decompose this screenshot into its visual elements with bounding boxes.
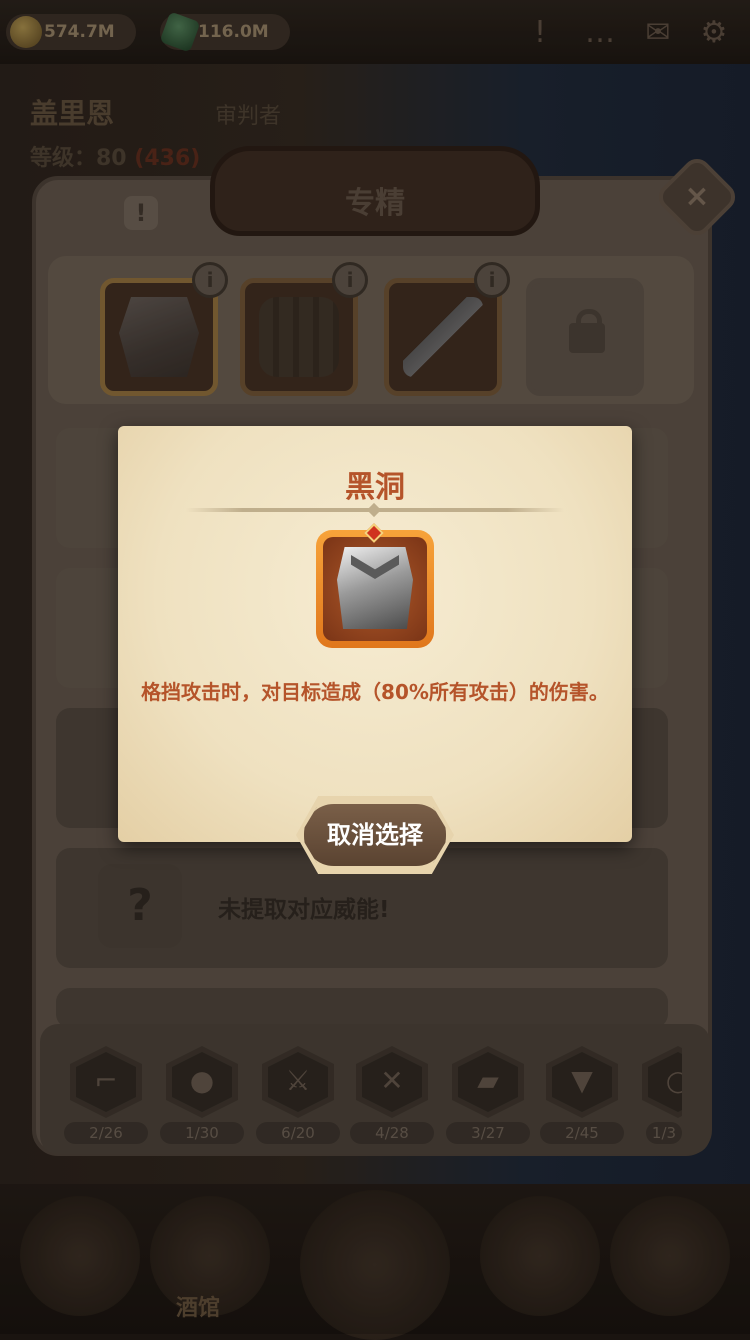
empty-ability-message: 未提取对应威能! (218, 897, 390, 923)
tab-armor[interactable]: ▼ (546, 1046, 618, 1118)
settings-gear-icon[interactable]: ⚙ (694, 12, 734, 52)
nav-tavern-label: 酒馆 (176, 1296, 221, 1321)
tab-count: 1/30 (160, 1122, 244, 1144)
tab-food[interactable]: ● (166, 1046, 238, 1118)
armor-icon: ▼ (571, 1064, 593, 1097)
shield-icon: ✕ (380, 1064, 404, 1097)
hero-level-label: 等级：80 (30, 146, 127, 171)
boot-icon: ⌐ (94, 1064, 118, 1097)
tab-shield[interactable]: ✕ (356, 1046, 428, 1118)
popup-description: 格挡攻击时，对目标造成（80%所有攻击）的伤害。 (141, 680, 609, 704)
nav-castle-icon[interactable] (20, 1196, 140, 1316)
panel-info-icon[interactable]: ! (124, 196, 158, 230)
barrel-armor-icon (259, 297, 339, 377)
tab-weapon[interactable]: ⚔ (262, 1046, 334, 1118)
cancel-selection-button[interactable]: 取消选择 (300, 800, 450, 870)
popup-title: 黑洞 (345, 470, 405, 505)
mail-icon[interactable]: ✉ (638, 12, 678, 52)
slot-info-icon[interactable]: i (474, 262, 510, 298)
hero-name: 盖里恩 (30, 97, 115, 130)
chat-icon[interactable]: … (580, 12, 620, 52)
tab-boots[interactable]: ⌐ (70, 1046, 142, 1118)
slot-info-icon[interactable]: i (332, 262, 368, 298)
slot-info-icon[interactable]: i (192, 262, 228, 298)
tab-count: 3/27 (446, 1122, 530, 1144)
gold-amount: 574.7M (44, 22, 115, 42)
ability-row (56, 988, 668, 1028)
gem-counter[interactable]: 116.0M (159, 11, 290, 53)
tab-book[interactable]: ▰ (452, 1046, 524, 1118)
hero-level-extra: (436) (134, 146, 201, 171)
dagger-icon (403, 297, 483, 377)
drumstick-icon: ● (189, 1064, 215, 1097)
nav-forge-icon[interactable] (610, 1196, 730, 1316)
popup-divider (186, 508, 564, 512)
sword-icon: ⚔ (285, 1064, 311, 1097)
gauntlet-icon (316, 530, 434, 648)
hero-class: 审判者 (215, 104, 282, 129)
tab-staff[interactable]: ○ (642, 1046, 682, 1118)
tab-count: 1/3 (646, 1122, 682, 1144)
staff-icon: ○ (665, 1064, 682, 1097)
book-icon: ▰ (477, 1064, 499, 1097)
tab-count: 2/26 (64, 1122, 148, 1144)
alert-icon[interactable]: ! (520, 12, 560, 52)
tab-count: 4/28 (350, 1122, 434, 1144)
gold-counter[interactable]: 574.7M (6, 14, 136, 50)
panel-title: 专精 (345, 186, 405, 221)
gold-coin-icon (10, 16, 42, 48)
close-icon: × (684, 179, 710, 214)
tab-count: 2/45 (540, 1122, 624, 1144)
lock-icon (569, 309, 605, 353)
tab-count: 6/20 (256, 1122, 340, 1144)
slot-locked (526, 278, 644, 396)
hero-level: 等级：80 (436) (30, 140, 200, 172)
nav-portal-icon[interactable] (300, 1190, 450, 1340)
question-mark-icon: ? (98, 864, 182, 948)
gem-amount: 116.0M (198, 22, 269, 42)
nav-helmet-icon[interactable] (480, 1196, 600, 1316)
gauntlet-icon (119, 297, 199, 377)
